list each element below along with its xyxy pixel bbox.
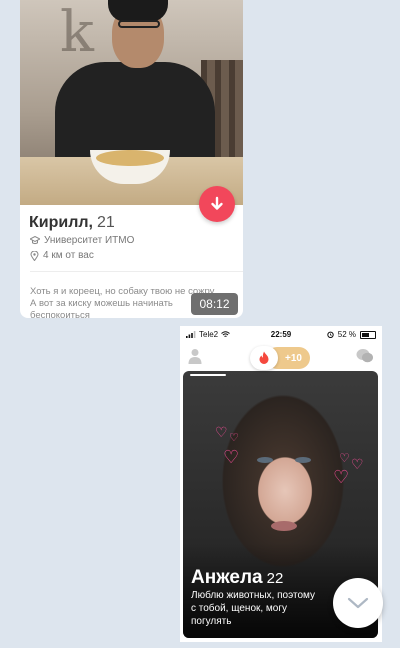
- heart-filter-icon: ♡: [351, 457, 364, 473]
- heart-filter-icon: ♡: [215, 425, 228, 441]
- university-row: Университет ИТМО: [30, 235, 134, 246]
- profile-photo: k: [20, 0, 243, 205]
- profile-name-text: Анжела: [191, 567, 263, 588]
- bio-line: Люблю животных, поэтому: [191, 590, 315, 601]
- app-header: +10: [180, 342, 382, 372]
- chat-bubbles-icon[interactable]: [356, 348, 374, 364]
- profile-name-text: Кирилл,: [29, 214, 93, 231]
- noodles: [96, 150, 164, 166]
- photo-progress-indicator: [190, 374, 226, 376]
- distance-row: 4 км от вас: [30, 250, 94, 261]
- profile-name: Кирилл, 21: [29, 214, 115, 232]
- status-bar: Tele2 22:59 52 %: [180, 326, 382, 342]
- profile-card-kirill[interactable]: k Кирилл, 21 Университет ИТМО 4 км от вас…: [20, 0, 243, 318]
- university-text: Университет ИТМО: [44, 235, 135, 246]
- user-profile-icon[interactable]: [188, 348, 202, 364]
- profile-age: 22: [266, 570, 284, 587]
- heart-filter-icon: ♡: [333, 467, 350, 488]
- arrow-down-icon: [211, 196, 223, 210]
- heart-filter-icon: ♡: [223, 447, 240, 468]
- glasses: [118, 20, 160, 28]
- home-flame-button[interactable]: [250, 346, 278, 370]
- profile-name: Анжела 22: [191, 567, 283, 589]
- battery-percent: 52 %: [337, 330, 356, 339]
- profile-bio: Люблю животных, поэтому с тобой, щенок, …: [191, 589, 341, 628]
- profile-age: 21: [96, 214, 115, 231]
- eye-left: [257, 457, 273, 463]
- boost-count: +10: [285, 352, 302, 364]
- lips: [271, 521, 297, 531]
- heart-filter-icon: ♡: [229, 431, 239, 444]
- flame-icon: [259, 351, 269, 364]
- expand-profile-button[interactable]: [333, 578, 383, 628]
- bio-line: погулять: [191, 616, 232, 627]
- alarm-icon: [327, 331, 334, 338]
- location-pin-icon: [30, 250, 39, 261]
- status-right: 52 %: [327, 330, 376, 339]
- graduation-cap-icon: [30, 236, 40, 245]
- bio-line: с тобой, щенок, могу: [191, 603, 288, 614]
- video-timestamp: 08:12: [191, 293, 238, 315]
- heart-filter-icon: ♡: [339, 451, 350, 465]
- chevron-down-icon: [347, 597, 369, 609]
- distance-text: 4 км от вас: [43, 250, 94, 261]
- battery-icon: [360, 330, 376, 339]
- divider: [30, 271, 243, 272]
- person-hair: [108, 0, 168, 22]
- eye-right: [295, 457, 311, 463]
- collapse-profile-button[interactable]: [199, 186, 235, 222]
